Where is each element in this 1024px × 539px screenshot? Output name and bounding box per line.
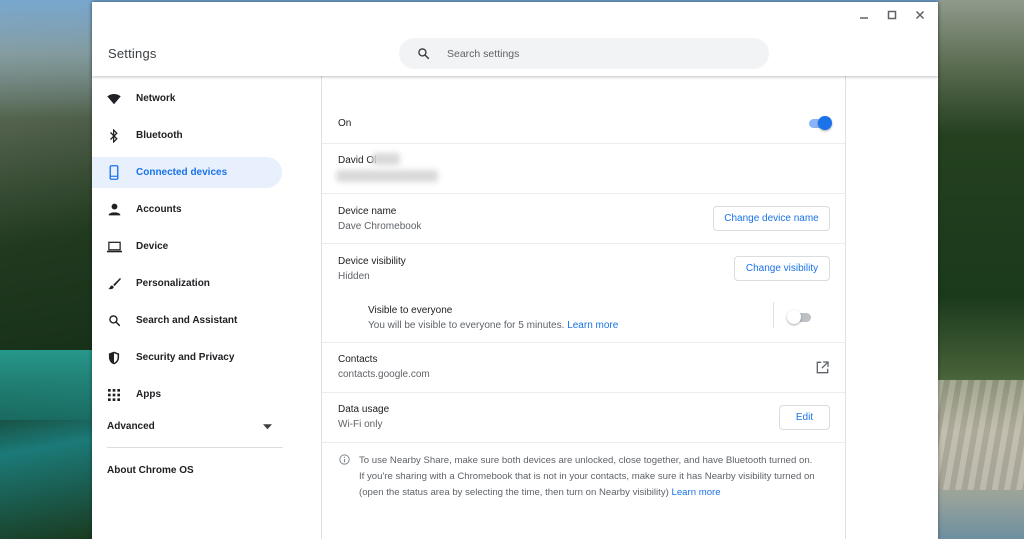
contacts-row[interactable]: Contacts contacts.google.com bbox=[322, 343, 845, 393]
device-visibility-row: Device visibility Hidden Change visibili… bbox=[322, 244, 845, 343]
advanced-label: Advanced bbox=[107, 421, 155, 432]
sidebar-item-search-assistant[interactable]: Search and Assistant bbox=[92, 305, 282, 336]
contacts-value: contacts.google.com bbox=[338, 369, 430, 380]
sidebar-item-accounts[interactable]: Accounts bbox=[92, 194, 282, 225]
device-name-label: Device name bbox=[338, 206, 397, 217]
window-controls bbox=[852, 6, 932, 24]
sidebar-item-personalization[interactable]: Personalization bbox=[92, 268, 282, 299]
sidebar-item-device[interactable]: Device bbox=[92, 231, 282, 262]
sidebar-divider bbox=[107, 447, 283, 448]
nearby-status-row: On bbox=[322, 76, 845, 144]
phone-icon bbox=[106, 165, 122, 181]
nearby-status-label: On bbox=[338, 118, 352, 129]
minimize-button[interactable] bbox=[852, 6, 876, 24]
bluetooth-icon bbox=[106, 128, 122, 144]
maximize-button[interactable] bbox=[880, 6, 904, 24]
sidebar-item-label: Personalization bbox=[136, 278, 210, 289]
account-row: David Ol bbox=[322, 144, 845, 194]
redacted-name bbox=[372, 153, 400, 165]
sidebar-item-about[interactable]: About Chrome OS bbox=[107, 465, 194, 476]
brush-icon bbox=[106, 276, 122, 292]
close-icon bbox=[915, 10, 925, 20]
person-icon bbox=[106, 202, 122, 218]
close-button[interactable] bbox=[908, 6, 932, 24]
sidebar-item-label: Apps bbox=[136, 389, 161, 400]
search-icon bbox=[418, 48, 430, 60]
change-visibility-button[interactable]: Change visibility bbox=[734, 256, 830, 281]
sidebar-item-label: Device bbox=[136, 241, 169, 252]
data-usage-value: Wi-Fi only bbox=[338, 419, 383, 430]
visible-to-everyone-description: You will be visible to everyone for 5 mi… bbox=[368, 320, 619, 331]
sidebar-item-label: Accounts bbox=[136, 204, 182, 215]
title-bar: Settings bbox=[92, 2, 938, 76]
sidebar-item-connected-devices[interactable]: Connected devices bbox=[92, 157, 282, 188]
contacts-label: Contacts bbox=[338, 354, 378, 365]
sidebar-item-apps[interactable]: Apps bbox=[92, 379, 282, 410]
sidebar-advanced-toggle[interactable]: Advanced bbox=[107, 421, 272, 432]
change-device-name-button[interactable]: Change device name bbox=[713, 206, 830, 231]
visible-to-everyone-toggle[interactable] bbox=[787, 310, 811, 324]
account-name: David Ol bbox=[338, 155, 377, 166]
sidebar-item-label: Network bbox=[136, 93, 176, 104]
info-text: To use Nearby Share, make sure both devi… bbox=[359, 455, 815, 498]
sidebar-item-label: Bluetooth bbox=[136, 130, 183, 141]
device-visibility-label: Device visibility bbox=[338, 256, 406, 267]
search-box[interactable] bbox=[399, 38, 769, 69]
visible-to-everyone-label: Visible to everyone bbox=[368, 305, 453, 316]
data-usage-label: Data usage bbox=[338, 404, 390, 415]
device-visibility-value: Hidden bbox=[338, 271, 370, 282]
sidebar: Network Bluetooth Connected devices Acco… bbox=[92, 76, 321, 539]
sidebar-item-label: Security and Privacy bbox=[136, 352, 235, 363]
nearby-share-toggle[interactable] bbox=[807, 116, 832, 130]
sidebar-item-label: Search and Assistant bbox=[136, 315, 238, 326]
sidebar-item-label: Connected devices bbox=[136, 167, 228, 178]
maximize-icon bbox=[887, 10, 897, 20]
sidebar-item-network[interactable]: Network bbox=[92, 83, 282, 114]
settings-window: Settings Network bbox=[92, 2, 938, 539]
learn-more-link[interactable]: Learn more bbox=[567, 320, 618, 331]
edit-data-usage-button[interactable]: Edit bbox=[779, 405, 830, 430]
info-learn-more-link[interactable]: Learn more bbox=[672, 487, 721, 498]
open-in-new-icon[interactable] bbox=[816, 361, 829, 374]
sidebar-item-bluetooth[interactable]: Bluetooth bbox=[92, 120, 282, 151]
caret-down-icon bbox=[263, 423, 272, 429]
wifi-icon bbox=[106, 91, 122, 107]
apps-grid-icon bbox=[106, 387, 122, 403]
shield-icon bbox=[106, 350, 122, 366]
sidebar-item-security-privacy[interactable]: Security and Privacy bbox=[92, 342, 282, 373]
laptop-icon bbox=[106, 239, 122, 255]
data-usage-row: Data usage Wi-Fi only Edit bbox=[322, 393, 845, 443]
nearby-share-card: On David Ol Device name Dave Chromebook … bbox=[321, 76, 846, 539]
minimize-icon bbox=[860, 17, 868, 19]
device-name-value: Dave Chromebook bbox=[338, 221, 422, 232]
device-name-row: Device name Dave Chromebook Change devic… bbox=[322, 194, 845, 244]
search-icon bbox=[106, 313, 122, 329]
info-icon bbox=[339, 454, 350, 465]
toggle-separator bbox=[773, 302, 774, 328]
wallpaper-left bbox=[0, 0, 92, 539]
app-title: Settings bbox=[108, 46, 157, 61]
wallpaper-right bbox=[938, 0, 1024, 539]
search-input[interactable] bbox=[447, 47, 747, 60]
redacted-email bbox=[336, 170, 438, 182]
